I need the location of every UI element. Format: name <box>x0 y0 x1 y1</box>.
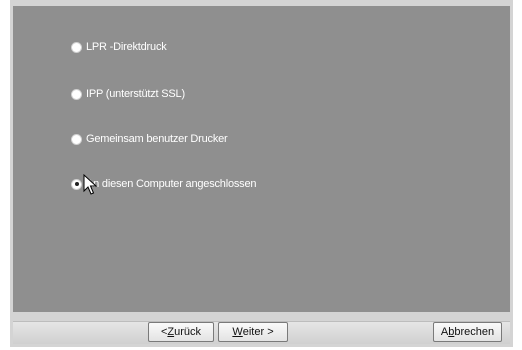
cancel-button-prefix: A <box>440 326 449 338</box>
wizard-window: LPR -Direktdruck IPP (unterstützt SSL) G… <box>10 0 513 347</box>
radio-ipp-ssl[interactable] <box>72 89 81 99</box>
option-shared-printer[interactable]: Gemeinsam benutzer Drucker <box>72 131 228 147</box>
options-panel: LPR -Direktdruck IPP (unterstützt SSL) G… <box>13 6 510 312</box>
option-local-computer[interactable]: An diesen Computer angeschlossen <box>72 176 257 192</box>
next-button[interactable]: Weiter > <box>218 322 288 342</box>
back-button[interactable]: < Zurück <box>148 322 214 342</box>
arrow-cursor-icon <box>83 174 97 195</box>
option-lpr-direct-print[interactable]: LPR -Direktdruck <box>72 39 167 55</box>
option-ipp-ssl[interactable]: IPP (unterstützt SSL) <box>72 86 185 102</box>
back-button-accel: Z <box>167 326 175 338</box>
next-button-accel: W <box>232 326 243 338</box>
cancel-button-rest: brechen <box>454 326 495 338</box>
option-label: An diesen Computer angeschlossen <box>86 178 257 190</box>
option-label: IPP (unterstützt SSL) <box>86 88 185 100</box>
cancel-button[interactable]: Ab brechen <box>433 322 502 342</box>
radio-local-computer[interactable] <box>72 179 81 189</box>
button-bar: < Zurück Weiter > Ab brechen <box>13 321 510 344</box>
radio-lpr-direct-print[interactable] <box>72 42 81 52</box>
radio-shared-printer[interactable] <box>72 134 81 144</box>
next-button-rest: eiter > <box>242 326 274 338</box>
option-label: Gemeinsam benutzer Drucker <box>86 133 228 145</box>
back-button-rest: urück <box>174 326 202 338</box>
option-label: LPR -Direktdruck <box>86 41 167 53</box>
